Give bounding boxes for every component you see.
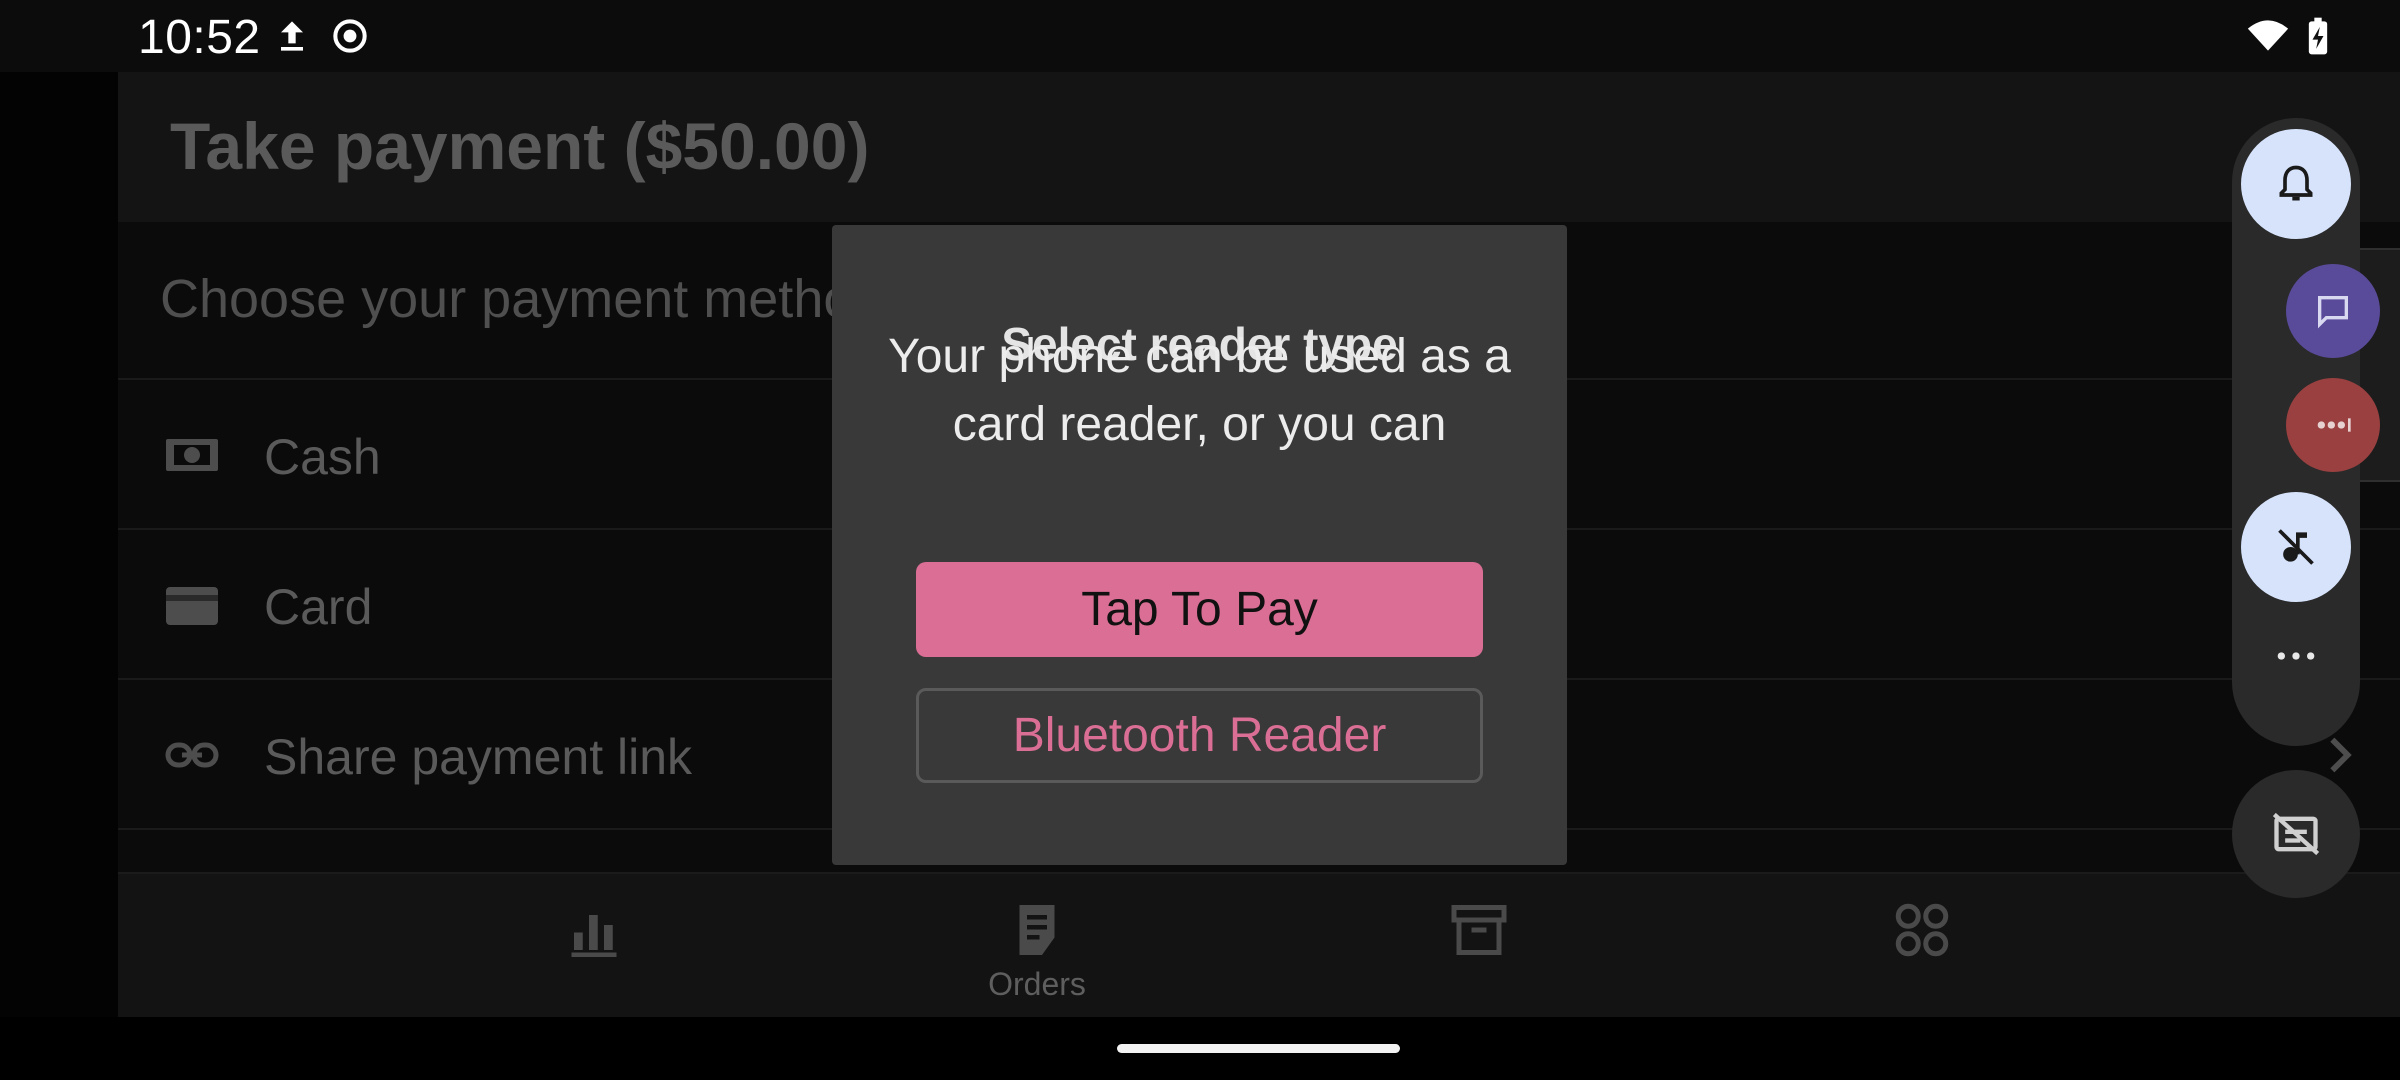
menu-grid-icon bbox=[1895, 903, 1949, 957]
bluetooth-reader-button[interactable]: Bluetooth Reader bbox=[916, 688, 1483, 783]
link-icon bbox=[165, 742, 219, 768]
chat-bubble-icon bbox=[2318, 296, 2348, 329]
payment-method-label: Share payment link bbox=[264, 729, 693, 785]
home-indicator[interactable] bbox=[1117, 1044, 1400, 1053]
mute-button[interactable] bbox=[2241, 492, 2351, 602]
hide-captions-icon bbox=[2272, 812, 2320, 856]
more-bubble-icon bbox=[2317, 418, 2351, 432]
chevron-right-icon bbox=[2330, 737, 2352, 773]
mute-icon bbox=[2278, 529, 2314, 565]
payment-method-label: Cash bbox=[264, 429, 381, 485]
upload-icon bbox=[281, 21, 303, 51]
status-time: 10:52 bbox=[138, 11, 261, 64]
products-icon bbox=[1451, 905, 1507, 955]
orders-icon bbox=[1019, 905, 1055, 955]
payment-method-label: Card bbox=[264, 579, 373, 635]
floating-control-panel bbox=[2232, 118, 2380, 746]
nav-item-orders[interactable]: Orders bbox=[937, 874, 1137, 1017]
analytics-icon bbox=[571, 915, 617, 957]
battery-charging-icon bbox=[2308, 17, 2328, 55]
more-bubble-button[interactable] bbox=[2286, 378, 2380, 472]
chat-bubble-button[interactable] bbox=[2286, 264, 2380, 358]
section-heading: Choose your payment method bbox=[160, 269, 884, 329]
notification-button[interactable] bbox=[2241, 129, 2351, 239]
nav-item-products[interactable] bbox=[1379, 874, 1579, 1017]
more-options-button[interactable] bbox=[2241, 636, 2351, 676]
left-gutter bbox=[0, 72, 118, 1017]
dialog-message: Your phone can be used as a card reader,… bbox=[888, 330, 1511, 451]
bell-icon bbox=[2279, 165, 2313, 201]
tap-to-pay-button[interactable]: Tap To Pay bbox=[916, 562, 1483, 657]
card-icon bbox=[166, 587, 218, 625]
nav-label: Orders bbox=[988, 966, 1086, 1002]
nav-item-analytics[interactable] bbox=[494, 874, 694, 1017]
wifi-icon bbox=[2247, 20, 2289, 51]
cash-icon bbox=[166, 439, 218, 471]
hide-captions-button[interactable] bbox=[2232, 770, 2360, 898]
page-title: Take payment ($50.00) bbox=[170, 109, 870, 183]
status-bar: 10:52 bbox=[0, 0, 2400, 72]
bottom-navigation: Orders bbox=[118, 872, 2400, 1017]
screen-record-icon bbox=[333, 19, 367, 53]
select-reader-dialog: Select reader type Your phone can be use… bbox=[832, 225, 1567, 865]
nav-item-menu[interactable] bbox=[1822, 874, 2022, 1017]
top-app-bar: Take payment ($50.00) bbox=[118, 72, 2400, 222]
dialog-message-container: Your phone can be used as a card reader,… bbox=[882, 327, 1517, 459]
more-horizontal-icon bbox=[2277, 652, 2315, 660]
